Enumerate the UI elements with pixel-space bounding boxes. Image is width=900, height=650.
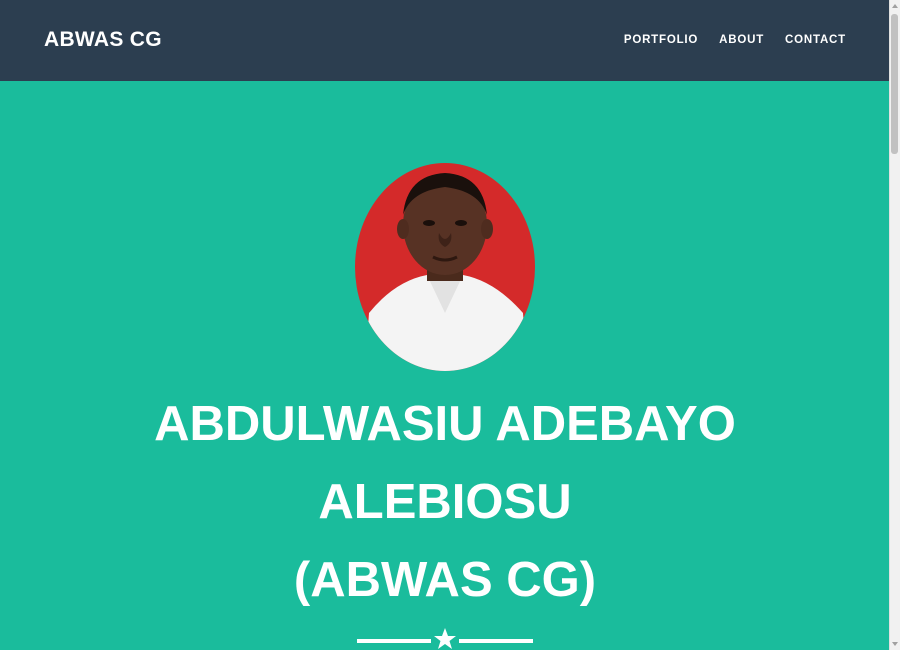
- scroll-up-arrow-icon[interactable]: [892, 4, 898, 8]
- divider-line-left: [357, 639, 431, 643]
- brand-logo[interactable]: ABWAS CG: [44, 28, 162, 52]
- page: ABWAS CG PORTFOLIO ABOUT CONTACT ABDULWA…: [0, 0, 890, 650]
- navbar: ABWAS CG PORTFOLIO ABOUT CONTACT: [0, 0, 890, 81]
- scroll-down-arrow-icon[interactable]: [892, 642, 898, 646]
- nav-link-contact[interactable]: CONTACT: [785, 34, 846, 46]
- star-divider: [357, 627, 533, 650]
- hero-name: ABDULWASIU ADEBAYO ALEBIOSU (ABWAS CG): [0, 385, 890, 619]
- nav-link-portfolio[interactable]: PORTFOLIO: [624, 34, 698, 46]
- nav-links: PORTFOLIO ABOUT CONTACT: [624, 34, 846, 46]
- hero-section: ABDULWASIU ADEBAYO ALEBIOSU (ABWAS CG): [0, 81, 890, 650]
- hero-name-line2: ALEBIOSU: [318, 475, 572, 529]
- hero-name-line1: ABDULWASIU ADEBAYO: [154, 397, 736, 451]
- star-icon: [433, 627, 457, 650]
- scrollbar-thumb[interactable]: [891, 14, 898, 154]
- profile-avatar: [355, 163, 535, 371]
- nav-link-about[interactable]: ABOUT: [719, 34, 764, 46]
- vertical-scrollbar[interactable]: [889, 0, 900, 650]
- hero-name-line3: (ABWAS CG): [293, 553, 597, 607]
- divider-line-right: [459, 639, 533, 643]
